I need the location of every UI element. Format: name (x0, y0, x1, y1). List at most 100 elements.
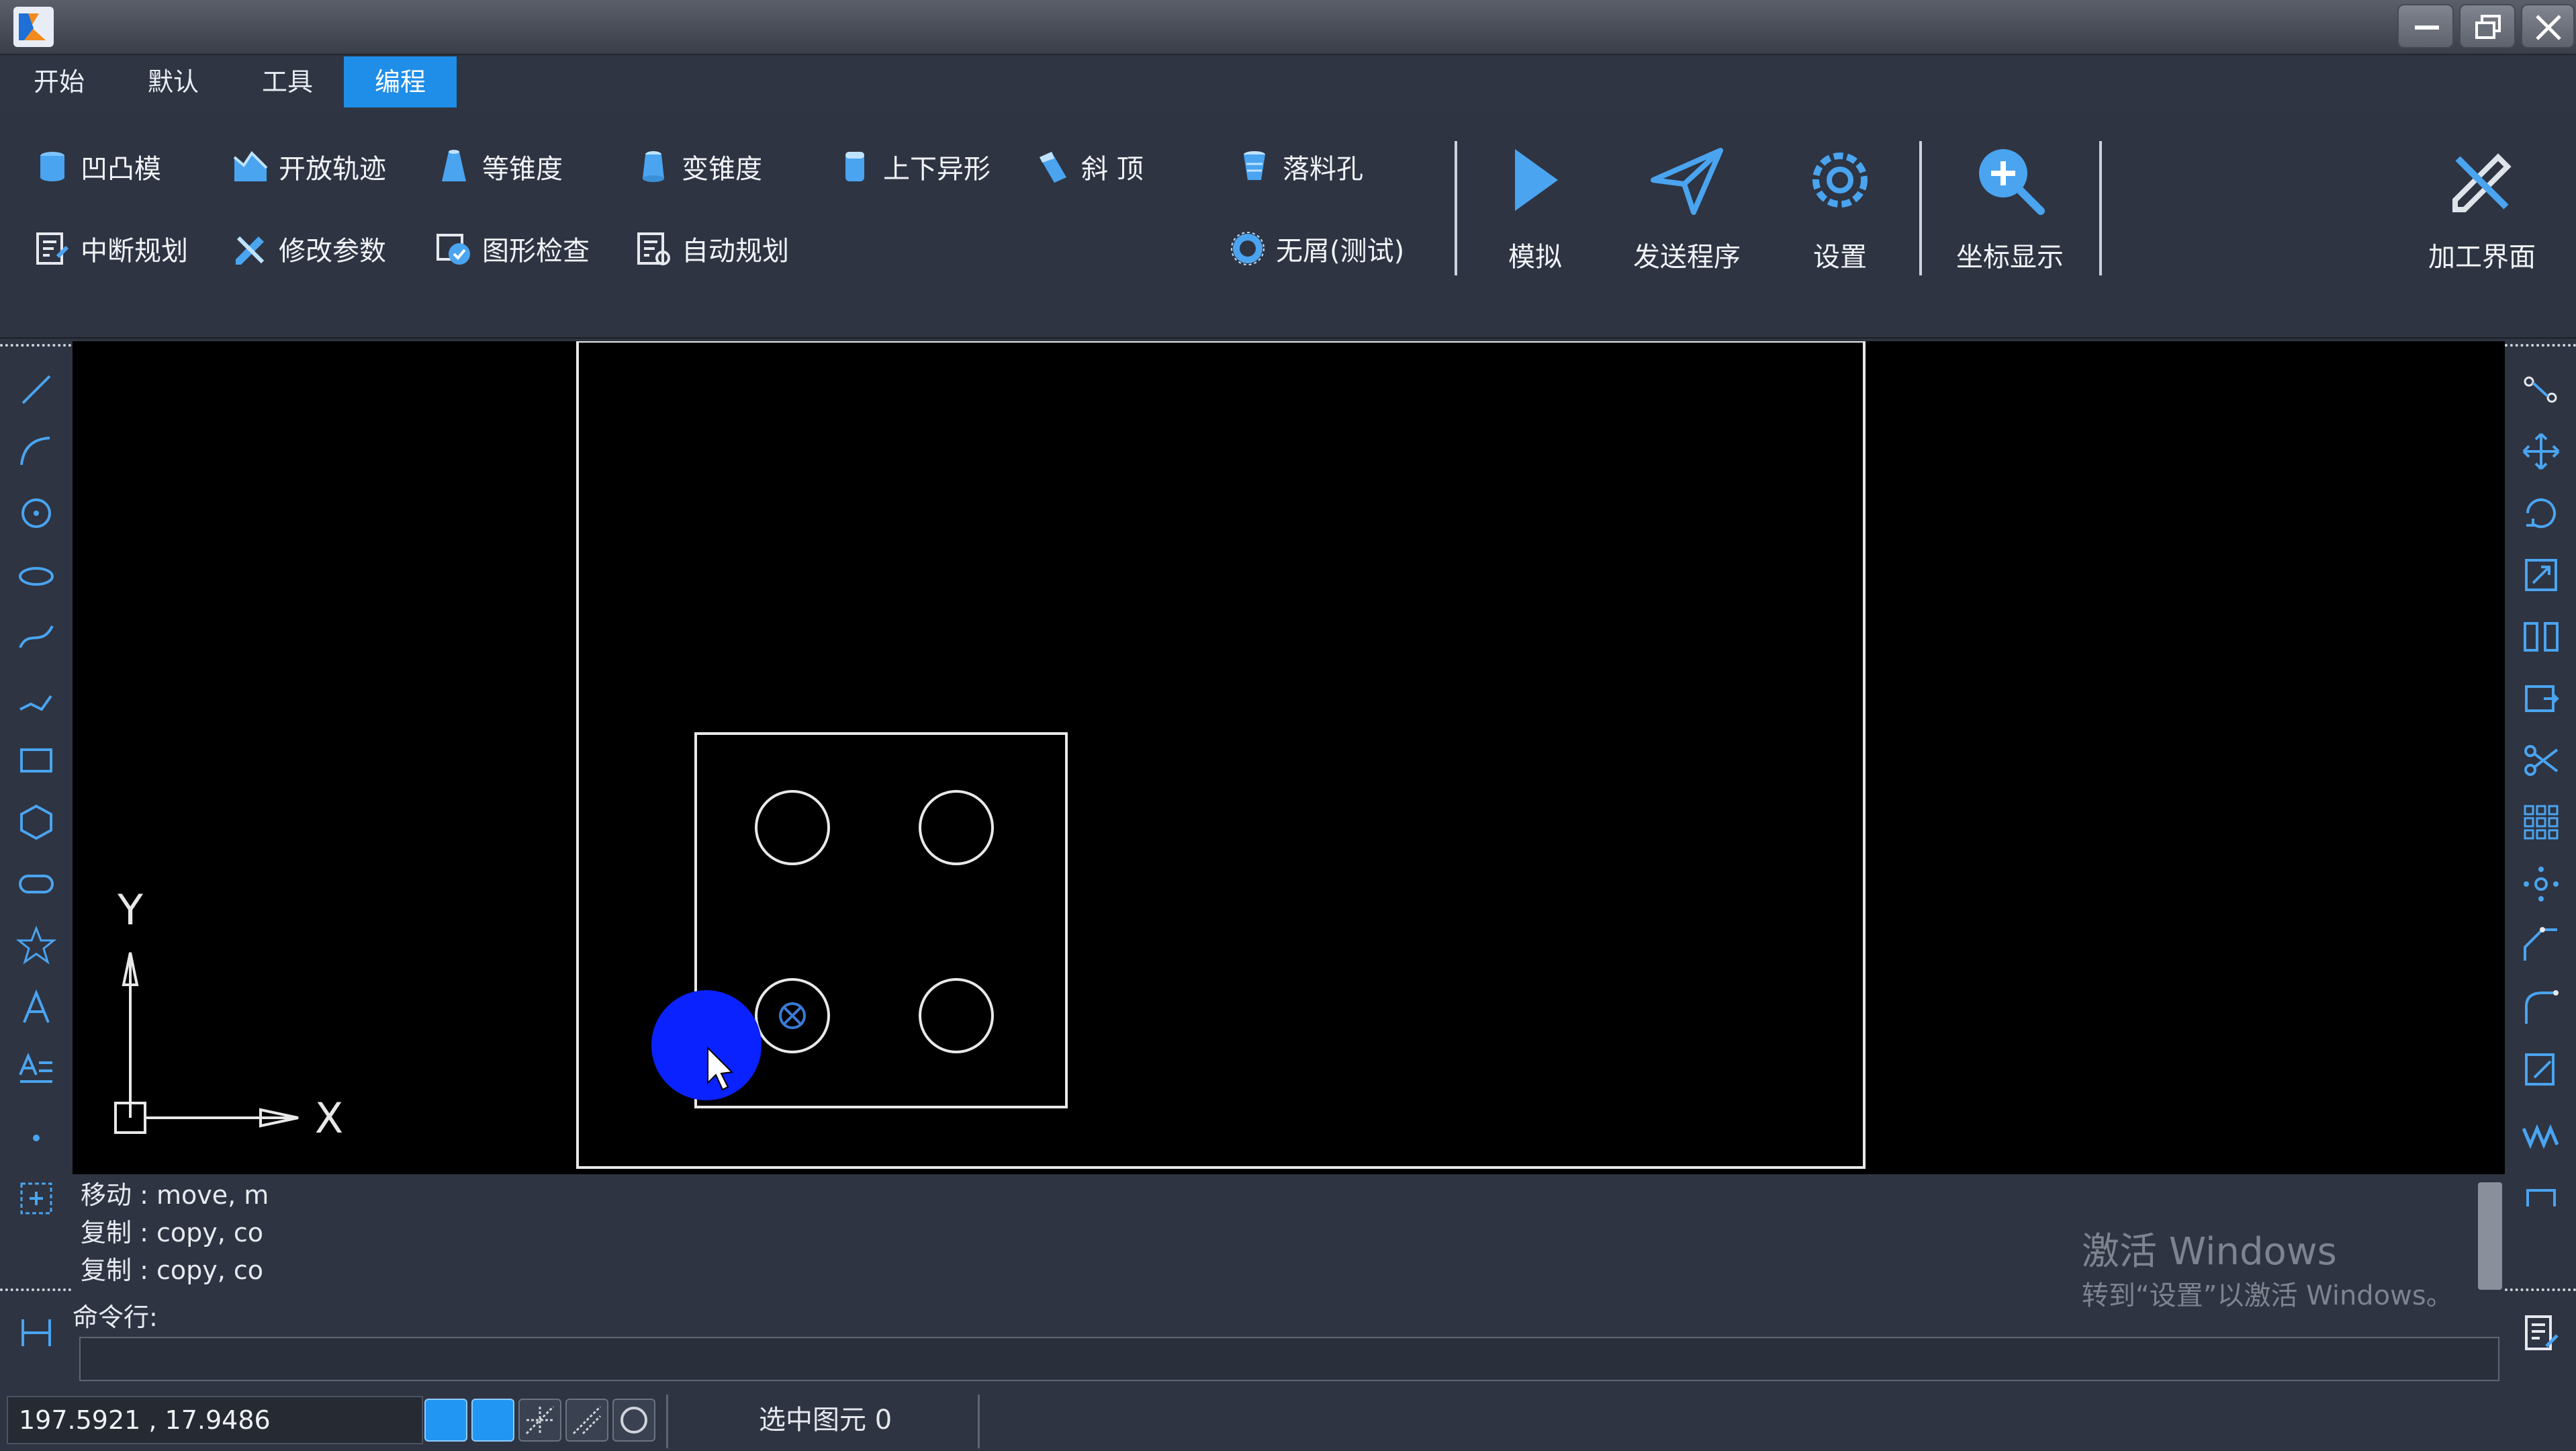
object-snap-toggle[interactable] (612, 1399, 655, 1442)
polar-icon (572, 1405, 602, 1435)
grid-icon (525, 1405, 555, 1435)
toolbar-grip (2505, 344, 2576, 347)
variable-taper-button[interactable]: 变锥度 (635, 140, 762, 193)
chamfer-icon[interactable] (2520, 924, 2563, 967)
node-edit-icon[interactable] (2520, 368, 2563, 411)
arc-tool-icon[interactable] (15, 430, 58, 473)
ellipse-tool-icon[interactable] (15, 554, 58, 597)
array-grid-icon[interactable] (2520, 801, 2563, 844)
interrupt-plan-label: 中断规划 (81, 236, 188, 267)
rotate-icon[interactable] (2520, 492, 2563, 535)
shape-cylinder-icon (845, 152, 864, 181)
hole-top-left[interactable] (755, 790, 830, 865)
command-prompt-label: 命令行: (73, 1303, 158, 1332)
status-separator (978, 1395, 980, 1448)
select-region-tool-icon[interactable] (15, 1177, 58, 1220)
command-input[interactable] (79, 1337, 2499, 1381)
maximize-button[interactable] (2459, 4, 2516, 48)
interrupt-plan-button[interactable]: 中断规划 (34, 222, 188, 275)
ucs-axis-icon (114, 952, 299, 1134)
wave-lead-icon[interactable] (2520, 1115, 2563, 1158)
show-coordinates-label: 坐标显示 (1956, 242, 2064, 273)
zoom-in-icon (1979, 149, 2045, 215)
line-tool-icon[interactable] (15, 368, 58, 411)
machining-ui-button[interactable]: 加工界面 (2415, 134, 2549, 289)
upper-lower-shape-button[interactable]: 上下异形 (836, 140, 991, 193)
variable-taper-icon (643, 151, 664, 182)
modify-params-label: 修改参数 (279, 236, 386, 267)
dimension-tool-icon[interactable] (15, 1311, 58, 1354)
spline-tool-icon[interactable] (15, 615, 58, 658)
no-chip-test-button[interactable]: 无屑(测试) (1229, 222, 1404, 275)
extend-icon[interactable] (2520, 1048, 2563, 1091)
object-snap-icon (620, 1407, 647, 1434)
hole-top-right[interactable] (919, 790, 994, 865)
blanking-hole-button[interactable]: 落料孔 (1236, 140, 1363, 193)
no-chip-test-label: 无屑(测试) (1276, 236, 1405, 267)
properties-icon[interactable] (2520, 1311, 2563, 1354)
shape-check-icon (436, 234, 470, 265)
star-tool-icon[interactable] (15, 924, 58, 967)
command-scrollbar[interactable] (2478, 1182, 2502, 1290)
tools-icon (2452, 153, 2512, 212)
cone-icon (442, 150, 466, 181)
slot-tool-icon[interactable] (15, 863, 58, 906)
bracket-icon[interactable] (2520, 1177, 2563, 1220)
text-style-tool-icon[interactable] (15, 1048, 58, 1091)
circle-tool-icon[interactable] (15, 492, 58, 535)
tab-start[interactable]: 开始 (13, 56, 105, 107)
shape-check-button[interactable]: 图形检查 (435, 222, 590, 275)
fillet-icon[interactable] (2520, 986, 2563, 1029)
offset-icon[interactable] (2520, 677, 2563, 720)
slant-top-label: 斜 顶 (1081, 154, 1144, 185)
command-history-line: 复制 : copy, co (81, 1256, 264, 1285)
rectangle-tool-icon[interactable] (15, 739, 58, 782)
blanking-hole-icon (1244, 151, 1265, 180)
tab-tools[interactable]: 工具 (242, 56, 333, 107)
ring-icon (1231, 232, 1264, 265)
simulate-button[interactable]: 模拟 (1468, 134, 1602, 289)
polygon-tool-icon[interactable] (15, 801, 58, 844)
command-history-line: 复制 : copy, co (81, 1218, 264, 1247)
snap-toggle[interactable] (424, 1399, 467, 1442)
point-tool-icon[interactable] (15, 1115, 58, 1158)
y-axis-label: Y (117, 885, 143, 934)
drawing-geometry[interactable]: Y X (73, 341, 2505, 1174)
blanking-hole-label: 落料孔 (1283, 154, 1363, 185)
polyline-tool-icon[interactable] (15, 677, 58, 720)
tab-default[interactable]: 默认 (128, 56, 219, 107)
show-coordinates-button[interactable]: 坐标显示 (1943, 134, 2077, 289)
polar-toggle[interactable] (565, 1399, 608, 1442)
slant-top-button[interactable]: 斜 顶 (1034, 140, 1144, 193)
activation-watermark-title: 激活 Windows (2082, 1230, 2337, 1274)
pencil-ruler-icon (236, 236, 265, 265)
text-tool-icon[interactable] (15, 986, 58, 1029)
tab-programming[interactable]: 编程 (344, 56, 457, 107)
move-icon[interactable] (2520, 430, 2563, 473)
shape-check-label: 图形检查 (482, 236, 590, 267)
mirror-icon[interactable] (2520, 615, 2563, 658)
hole-center-marker-icon (779, 1002, 806, 1029)
open-path-icon (233, 150, 268, 181)
settings-label: 设置 (1813, 242, 1867, 273)
minimize-button[interactable] (2397, 4, 2454, 48)
scale-icon[interactable] (2520, 554, 2563, 597)
open-path-button[interactable]: 开放轨迹 (232, 140, 386, 193)
hole-bottom-right[interactable] (919, 978, 994, 1053)
circular-array-icon[interactable] (2520, 863, 2563, 906)
ortho-toggle[interactable] (471, 1399, 514, 1442)
modify-params-button[interactable]: 修改参数 (232, 222, 386, 275)
selection-count: 选中图元 0 (759, 1405, 892, 1436)
cursor-coordinates: 197.5921 , 17.9486 (7, 1396, 423, 1444)
send-program-button[interactable]: 发送程序 (1620, 134, 1754, 289)
settings-button[interactable]: 设置 (1773, 134, 1907, 289)
ribbon-separator (1919, 141, 1922, 275)
grid-toggle[interactable] (518, 1399, 561, 1442)
play-icon (1515, 149, 1558, 211)
trim-scissors-icon[interactable] (2520, 739, 2563, 782)
auto-plan-button[interactable]: 自动规划 (635, 222, 789, 275)
equal-taper-button[interactable]: 等锥度 (435, 140, 563, 193)
equal-taper-label: 等锥度 (482, 154, 563, 185)
punch-die-button[interactable]: 凹凸模 (34, 140, 161, 193)
close-button[interactable] (2521, 4, 2575, 48)
